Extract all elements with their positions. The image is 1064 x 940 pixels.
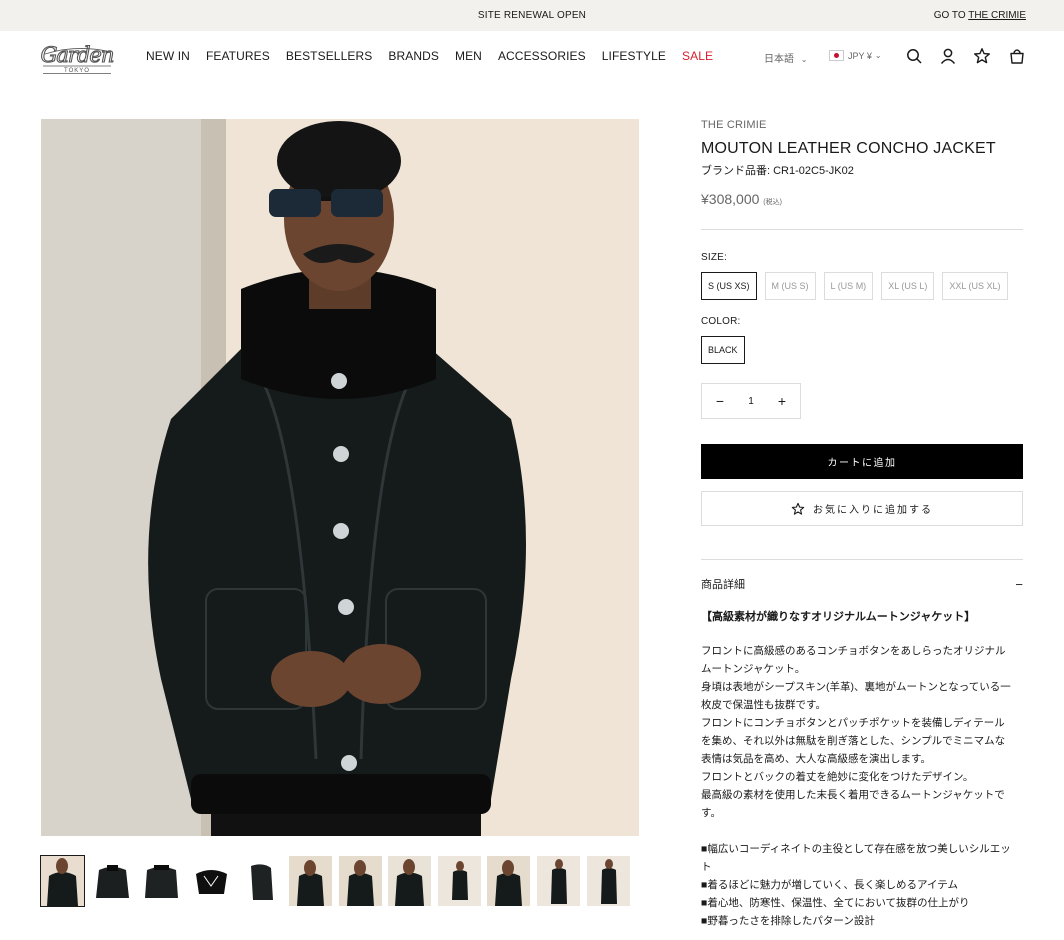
thumbnail-3[interactable]: [140, 856, 184, 906]
product-photo: [41, 119, 639, 836]
size-option-xxl[interactable]: XXL (US XL): [942, 272, 1008, 300]
price-value: ¥308,000: [701, 191, 760, 207]
description-heading: 【高級素材が織りなすオリジナルムートンジャケット】: [701, 611, 976, 623]
thumbnail-7[interactable]: [338, 856, 382, 906]
product-price: ¥308,000 (税込): [701, 191, 1023, 207]
description-line: フロントに高級感のあるコンチョボタンをあしらったオリジナルムートンジャケット。: [701, 645, 1006, 675]
nav-lifestyle[interactable]: LIFESTYLE: [602, 49, 666, 63]
quantity-stepper: − 1 +: [701, 383, 801, 419]
quantity-decrease-button[interactable]: −: [712, 393, 728, 409]
thumbnail-8[interactable]: [388, 856, 432, 906]
nav-sale[interactable]: SALE: [682, 49, 713, 63]
product-sku: ブランド品番: CR1-02C5-JK02: [701, 165, 854, 177]
nav-brands[interactable]: BRANDS: [388, 49, 439, 63]
add-to-cart-button[interactable]: カートに追加: [701, 444, 1023, 479]
feature-item: ■着るほどに魅力が増していく、長く楽しめるアイテム: [701, 879, 958, 891]
japan-flag-icon: [829, 50, 844, 61]
language-selector[interactable]: 日本語 ⌄: [764, 50, 807, 65]
description-line: 最高級の素材を使用した末長く着用できるムートンジャケットです。: [701, 789, 1005, 819]
size-option-xl[interactable]: XL (US L): [881, 272, 935, 300]
feature-item: ■野暮ったさを排除したパターン設計: [701, 915, 875, 927]
svg-text:Garden: Garden: [41, 43, 114, 67]
account-icon[interactable]: [939, 47, 957, 65]
wishlist-label: お気に入りに追加する: [813, 505, 933, 516]
add-to-wishlist-button[interactable]: お気に入りに追加する: [701, 491, 1023, 526]
bag-icon[interactable]: [1008, 47, 1026, 65]
price-tax-note: (税込): [763, 199, 782, 206]
thumbnail-11[interactable]: [536, 856, 580, 906]
product-info: THE CRIMIE MOUTON LEATHER CONCHO JACKET …: [701, 119, 1023, 930]
color-label: COLOR:: [701, 316, 741, 327]
thumbnail-1[interactable]: [40, 855, 85, 907]
nav-men[interactable]: MEN: [455, 49, 482, 63]
search-icon[interactable]: [905, 47, 923, 65]
feature-list: ■幅広いコーディネイトの主役として存在感を放つ美しいシルエット ■着るほどに魅力…: [701, 840, 1011, 930]
announcement-text: SITE RENEWAL OPEN: [477, 10, 587, 21]
feature-item: ■幅広いコーディネイトの主役として存在感を放つ美しいシルエット: [701, 843, 1011, 873]
minus-icon: −: [1015, 576, 1023, 592]
details-accordion-toggle[interactable]: 商品詳細 −: [701, 576, 1023, 592]
feature-item: ■着心地、防寒性、保温性、全てにおいて抜群の仕上がり: [701, 897, 970, 909]
goto-brand-link[interactable]: GO TO THE CRIMIE: [934, 10, 1026, 21]
product-main-image[interactable]: [41, 119, 639, 836]
thumbnail-4[interactable]: [189, 856, 233, 906]
goto-brand-name[interactable]: THE CRIMIE: [968, 10, 1026, 21]
size-option-l[interactable]: L (US M): [823, 272, 874, 300]
quantity-value[interactable]: 1: [748, 396, 754, 407]
divider: [701, 229, 1023, 230]
star-icon[interactable]: [973, 47, 991, 65]
nav-accessories[interactable]: ACCESSORIES: [498, 49, 586, 63]
description-line: フロントとバックの着丈を絶妙に変化をつけたデザイン。: [701, 771, 974, 783]
nav-bestsellers[interactable]: BESTSELLERS: [286, 49, 372, 63]
quantity-increase-button[interactable]: +: [774, 393, 790, 409]
color-option-black[interactable]: BLACK: [701, 336, 745, 364]
size-options: S (US XS) M (US S) L (US M) XL (US L) XX…: [701, 272, 1023, 300]
goto-prefix: GO TO: [933, 10, 969, 21]
divider: [701, 559, 1023, 560]
product-vendor[interactable]: THE CRIMIE: [701, 119, 1023, 131]
thumbnail-6[interactable]: [288, 856, 332, 906]
size-option-s[interactable]: S (US XS): [701, 272, 757, 300]
currency-label: JPY ¥: [848, 50, 872, 61]
thumbnail-strip: [40, 855, 636, 907]
details-label: 商品詳細: [701, 579, 745, 591]
thumbnail-2[interactable]: [90, 856, 134, 906]
size-option-m[interactable]: M (US S): [764, 272, 816, 300]
star-icon: [791, 502, 805, 515]
nav-features[interactable]: FEATURES: [206, 49, 270, 63]
site-logo[interactable]: Garden TOKYO: [37, 40, 117, 74]
currency-selector[interactable]: JPY ¥ ⌄: [829, 50, 882, 61]
chevron-down-icon: ⌄: [874, 51, 882, 60]
size-label: SIZE:: [701, 252, 728, 263]
language-label: 日本語: [764, 54, 794, 65]
thumbnail-5[interactable]: [239, 856, 283, 906]
chevron-down-icon: ⌄: [800, 55, 808, 64]
announcement-bar: SITE RENEWAL OPEN GO TO THE CRIMIE: [0, 0, 1064, 31]
product-description: フロントに高級感のあるコンチョボタンをあしらったオリジナルムートンジャケット。 …: [701, 642, 1011, 822]
main-nav: NEW IN FEATURES BESTSELLERS BRANDS MEN A…: [146, 49, 729, 63]
thumbnail-9[interactable]: [437, 856, 481, 906]
site-header: Garden TOKYO NEW IN FEATURES BESTSELLERS…: [0, 31, 1064, 83]
nav-new-in[interactable]: NEW IN: [146, 49, 190, 63]
description-line: フロントにコンチョボタンとパッチポケットを装備しディテールを集め、それ以外は無駄…: [701, 717, 1006, 765]
product-title: MOUTON LEATHER CONCHO JACKET: [701, 140, 996, 157]
color-options: BLACK: [701, 336, 1023, 364]
thumbnail-10[interactable]: [487, 856, 531, 906]
description-line: 身頃は表地がシープスキン(羊革)、裏地がムートンとなっている一枚皮で保温性も抜群…: [701, 681, 1011, 711]
thumbnail-12[interactable]: [586, 856, 630, 906]
